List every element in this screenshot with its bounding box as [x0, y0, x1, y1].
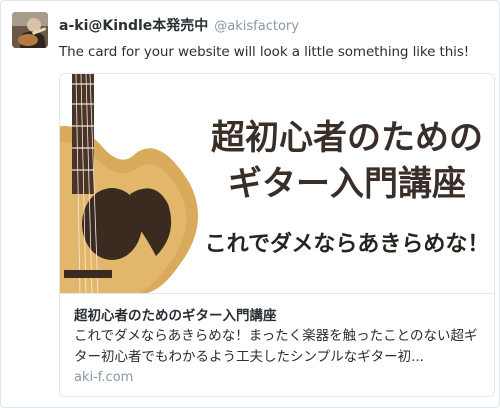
avatar[interactable]: [12, 12, 48, 48]
card-description: これでダメならあきらめな！まったく楽器を触ったことのない超ギター初心者でもわかる…: [74, 328, 478, 365]
website-card[interactable]: 超初心者のための ギター入門講座 これでダメならあきらめな！ 超初心者のためのギ…: [59, 73, 495, 397]
tweet: a-ki@Kindle本発売中 @akisfactory The card fo…: [0, 0, 500, 408]
tweet-text: The card for your website will look a li…: [59, 44, 470, 60]
card-domain[interactable]: aki-f.com: [74, 370, 133, 385]
tweet-header: a-ki@Kindle本発売中 @akisfactory: [59, 15, 299, 35]
card-headline-line2: ギター入門講座: [228, 164, 466, 204]
screen-name[interactable]: @akisfactory: [214, 19, 299, 34]
card-headline-line3: これでダメならあきらめな！: [204, 232, 490, 257]
display-name[interactable]: a-ki@Kindle本発売中: [59, 15, 208, 35]
card-headline-line1: 超初心者のための: [211, 118, 483, 158]
card-image[interactable]: 超初心者のための ギター入門講座 これでダメならあきらめな！: [60, 74, 494, 294]
card-title[interactable]: 超初心者のためのギター入門講座: [74, 304, 277, 324]
avatar-photo-icon: [12, 12, 48, 48]
